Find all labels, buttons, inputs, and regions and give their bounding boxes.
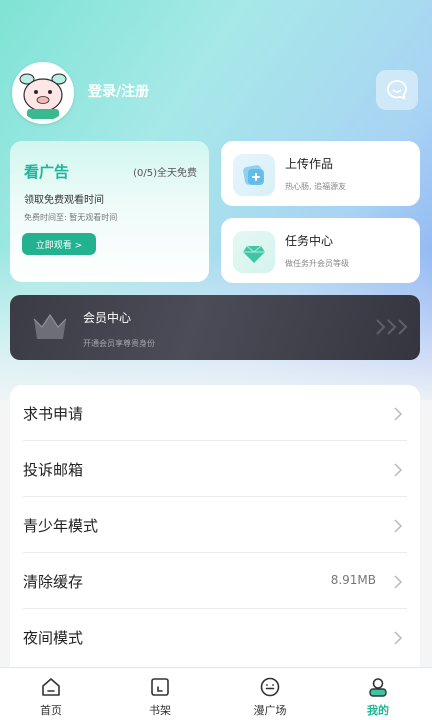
profile-header: 登录/注册 xyxy=(0,60,432,124)
login-register-link[interactable]: 登录/注册 xyxy=(88,81,149,101)
tab-comic-square[interactable]: 漫广场 xyxy=(230,668,310,720)
chevron-right-icon xyxy=(394,575,402,589)
tab-label: 我的 xyxy=(367,704,389,717)
vip-center-card[interactable]: 会员中心 开通会员享尊贵身份 xyxy=(10,295,420,360)
chat-bubble-icon xyxy=(387,80,407,100)
tab-bookshelf[interactable]: 书架 xyxy=(120,668,200,720)
menu-item-clear-cache[interactable]: 清除缓存 8.91MB xyxy=(10,553,420,609)
settings-menu: 求书申请 投诉邮箱 青少年模式 清除缓存 8.91MB 夜间模式 xyxy=(10,385,420,667)
menu-item-book-request[interactable]: 求书申请 xyxy=(10,385,420,441)
home-icon xyxy=(42,678,60,696)
gem-icon xyxy=(243,245,265,263)
tab-home[interactable]: 首页 xyxy=(11,668,91,720)
task-card-subtitle: 做任务升会员等级 xyxy=(285,259,349,268)
message-button[interactable] xyxy=(376,70,418,110)
ad-card-title: 看广告 xyxy=(24,163,70,181)
chevron-right-icon xyxy=(394,463,402,477)
upload-icon-tile xyxy=(233,154,275,196)
triple-chevron-icon xyxy=(376,319,408,335)
cache-size-value: 8.91MB xyxy=(330,573,376,587)
menu-item-label: 投诉邮箱 xyxy=(23,461,84,479)
avatar[interactable] xyxy=(12,62,74,124)
profile-icon xyxy=(369,678,387,697)
chevron-right-icon xyxy=(394,631,402,645)
menu-item-label: 清除缓存 xyxy=(23,573,84,591)
chevron-right-icon xyxy=(394,407,402,421)
menu-item-night-mode[interactable]: 夜间模式 xyxy=(10,609,420,665)
task-card-title: 任务中心 xyxy=(285,234,334,248)
ad-description: 领取免费观看时间 xyxy=(24,195,104,206)
menu-item-teen-mode[interactable]: 青少年模式 xyxy=(10,497,420,553)
tab-label: 漫广场 xyxy=(253,704,287,717)
upload-works-card[interactable]: 上传作品 热心肠, 追福源友 xyxy=(221,141,420,206)
crown-icon xyxy=(33,313,67,339)
menu-item-complaint-email[interactable]: 投诉邮箱 xyxy=(10,441,420,497)
tab-label: 首页 xyxy=(40,704,62,717)
comic-square-icon xyxy=(260,677,280,697)
menu-item-label: 求书申请 xyxy=(23,405,84,423)
watch-now-button[interactable]: 立即观看 > xyxy=(22,233,96,255)
upload-card-subtitle: 热心肠, 追福源友 xyxy=(285,182,347,191)
tab-profile[interactable]: 我的 xyxy=(338,668,418,720)
bottom-tab-bar: 首页 书架 漫广场 我的 xyxy=(0,667,432,720)
menu-item-label: 夜间模式 xyxy=(23,629,84,647)
task-icon-tile xyxy=(233,231,275,273)
tab-label: 书架 xyxy=(149,704,171,717)
sheep-avatar-icon xyxy=(15,65,71,121)
bookshelf-icon xyxy=(151,678,169,696)
chevron-right-icon xyxy=(394,519,402,533)
upload-icon xyxy=(243,165,264,185)
watch-ad-card[interactable]: 看广告 (0/5)全天免费 领取免费观看时间 免费时间至: 暂无观看时间 立即观… xyxy=(10,141,209,282)
upload-card-title: 上传作品 xyxy=(285,157,334,171)
task-center-card[interactable]: 任务中心 做任务升会员等级 xyxy=(221,218,420,283)
menu-item-label: 青少年模式 xyxy=(23,517,99,535)
vip-card-title: 会员中心 xyxy=(83,311,132,325)
free-time-status: 免费时间至: 暂无观看时间 xyxy=(24,213,118,222)
ad-quota-text: (0/5)全天免费 xyxy=(133,168,197,179)
vip-card-subtitle: 开通会员享尊贵身份 xyxy=(83,339,155,348)
